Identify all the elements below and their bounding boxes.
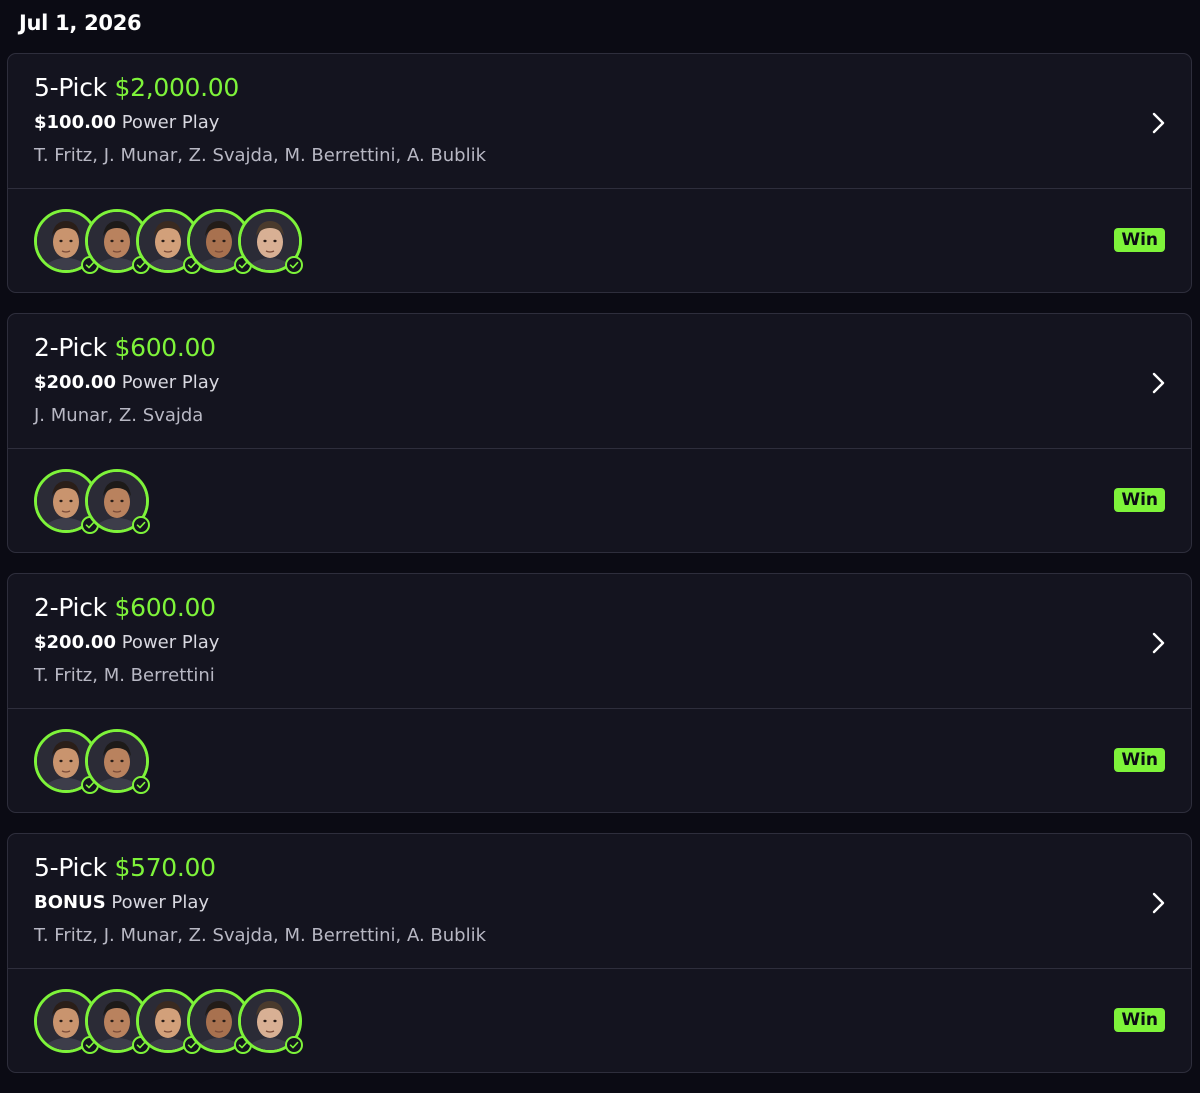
player-avatar [238,209,303,274]
check-icon [285,1036,303,1054]
entry-card[interactable]: 5-Pick $2,000.00 $100.00 Power Play T. F… [7,53,1192,293]
player-avatar [85,469,150,534]
player-names: J. Munar, Z. Svajda [34,405,204,426]
check-icon [285,256,303,274]
play-type: Power Play [121,632,220,653]
pick-label: 2-Pick [34,333,107,362]
stake-amount: $200.00 [34,372,116,393]
entry-picks: Win [8,709,1191,813]
pick-label: 5-Pick [34,853,107,882]
stake-amount: $200.00 [34,632,116,653]
date-heading: Jul 1, 2026 [19,11,142,35]
entry-card[interactable]: 5-Pick $570.00 BONUS Power Play T. Fritz… [7,833,1192,1073]
check-icon [132,776,150,794]
entry-summary[interactable]: 5-Pick $2,000.00 $100.00 Power Play T. F… [8,54,1191,189]
payout-amount: $570.00 [114,853,216,882]
entry-summary[interactable]: 5-Pick $570.00 BONUS Power Play T. Fritz… [8,834,1191,969]
entry-title: 5-Pick $570.00 [34,853,216,882]
result-badge: Win [1114,488,1165,512]
play-type: Power Play [111,892,210,913]
entries-list: 5-Pick $2,000.00 $100.00 Power Play T. F… [7,53,1192,1093]
chevron-right-icon[interactable] [1145,890,1171,916]
stake-amount: BONUS [34,892,106,913]
player-avatar [85,729,150,794]
play-type: Power Play [121,112,220,133]
entry-card[interactable]: 2-Pick $600.00 $200.00 Power Play T. Fri… [7,573,1192,813]
payout-amount: $600.00 [114,593,216,622]
result-badge: Win [1114,748,1165,772]
chevron-right-icon[interactable] [1145,110,1171,136]
entry-title: 2-Pick $600.00 [34,333,216,362]
pick-label: 2-Pick [34,593,107,622]
entry-card[interactable]: 2-Pick $600.00 $200.00 Power Play J. Mun… [7,313,1192,553]
player-names: T. Fritz, J. Munar, Z. Svajda, M. Berret… [34,925,487,946]
payout-amount: $2,000.00 [114,73,240,102]
entry-summary[interactable]: 2-Pick $600.00 $200.00 Power Play T. Fri… [8,574,1191,709]
entry-picks: Win [8,189,1191,293]
entry-picks: Win [8,969,1191,1073]
entry-summary[interactable]: 2-Pick $600.00 $200.00 Power Play J. Mun… [8,314,1191,449]
entry-stake: $100.00 Power Play [34,112,219,133]
result-badge: Win [1114,1008,1165,1032]
check-icon [132,516,150,534]
player-avatar [238,989,303,1054]
entry-stake: BONUS Power Play [34,892,209,913]
player-names: T. Fritz, M. Berrettini [34,665,215,686]
chevron-right-icon[interactable] [1145,370,1171,396]
play-type: Power Play [121,372,220,393]
entry-picks: Win [8,449,1191,553]
player-names: T. Fritz, J. Munar, Z. Svajda, M. Berret… [34,145,487,166]
pick-label: 5-Pick [34,73,107,102]
chevron-right-icon[interactable] [1145,630,1171,656]
payout-amount: $600.00 [114,333,216,362]
entry-title: 2-Pick $600.00 [34,593,216,622]
entry-stake: $200.00 Power Play [34,632,219,653]
entry-stake: $200.00 Power Play [34,372,219,393]
entry-title: 5-Pick $2,000.00 [34,73,239,102]
stake-amount: $100.00 [34,112,116,133]
result-badge: Win [1114,228,1165,252]
